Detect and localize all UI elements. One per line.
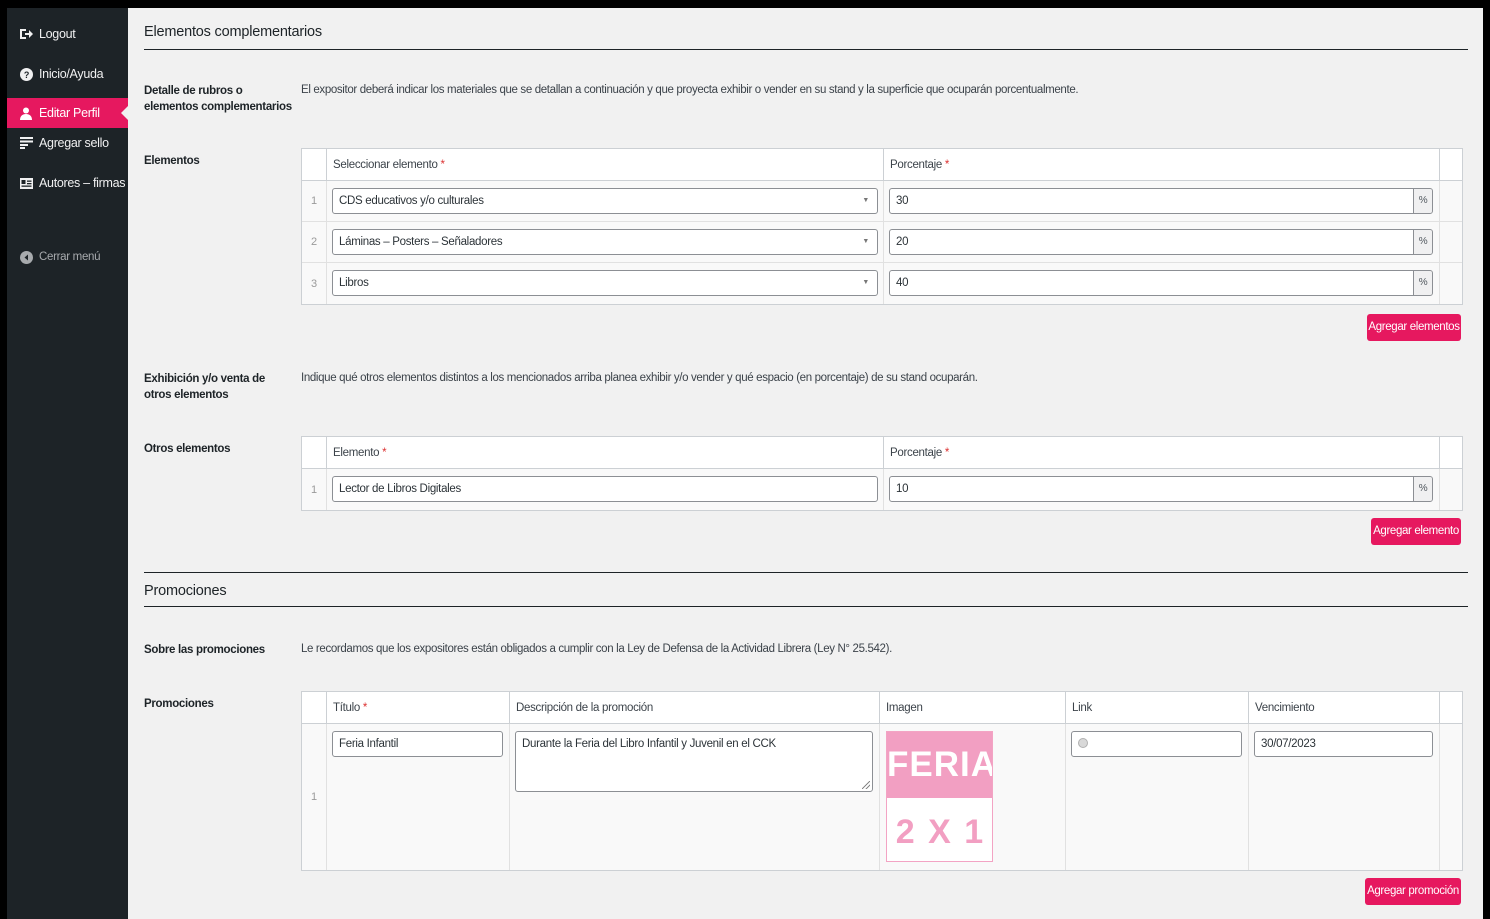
list-icon [19, 136, 33, 150]
column-header-titulo: Título * [326, 692, 509, 724]
percent-suffix: % [1413, 271, 1432, 295]
row-number: 1 [302, 469, 326, 510]
promo-image-text-bottom: 2 X 1 [887, 798, 992, 861]
add-promocion-button[interactable]: Agregar promoción [1365, 878, 1461, 905]
element-input[interactable]: Lector de Libros Digitales [332, 476, 878, 502]
percent-input[interactable]: 20% [889, 229, 1433, 255]
column-header-actions [1439, 437, 1463, 469]
percent-suffix: % [1413, 477, 1432, 501]
user-icon [19, 106, 33, 120]
descripcion-textarea[interactable]: Durante la Feria del Libro Infantil y Ju… [515, 731, 873, 792]
table-header: Título * Descripción de la promoción Ima… [302, 692, 1462, 724]
row-number: 2 [302, 222, 326, 262]
svg-text:?: ? [23, 70, 28, 80]
sidebar-item-label: Logout [39, 27, 76, 41]
element-select[interactable]: Libros ▼ [332, 270, 878, 296]
otros-exhibicion-description: Indique qué otros elementos distintos a … [301, 372, 978, 384]
row-number: 1 [302, 181, 326, 221]
column-header-link: Link [1065, 692, 1248, 724]
column-header-descripcion: Descripción de la promoción [509, 692, 879, 724]
sobre-promociones-label: Sobre las promociones [144, 644, 265, 656]
column-header-porcentaje: Porcentaje * [883, 149, 1439, 181]
column-header-elemento: Seleccionar elemento * [326, 149, 883, 181]
chevron-down-icon: ▼ [862, 279, 869, 286]
percent-suffix: % [1413, 189, 1432, 213]
chevron-down-icon: ▼ [862, 197, 869, 204]
section-divider [144, 606, 1468, 607]
column-header-imagen: Imagen [879, 692, 1065, 724]
element-select[interactable]: CDS educativos y/o culturales ▼ [332, 188, 878, 214]
table-header: Elemento * Porcentaje * [302, 437, 1462, 469]
collapse-arrow-icon [19, 250, 33, 264]
element-select[interactable]: Láminas – Posters – Señaladores ▼ [332, 229, 878, 255]
section-divider [144, 572, 1468, 573]
globe-icon [1078, 738, 1088, 748]
percent-input[interactable]: 30% [889, 188, 1433, 214]
chevron-down-icon: ▼ [862, 238, 869, 245]
percent-input[interactable]: 40% [889, 270, 1433, 296]
help-icon: ? [19, 67, 33, 81]
sidebar-item-label: Autores – firmas [39, 176, 126, 190]
promo-image[interactable]: FERIA 2 X 1 [886, 731, 993, 862]
sidebar-item-inicio[interactable]: ? Inicio/Ayuda [7, 59, 128, 89]
percent-suffix: % [1413, 230, 1432, 254]
main-content: Elementos complementarios Detalle de rub… [128, 8, 1483, 919]
column-header-actions [1439, 692, 1463, 724]
column-header-porcentaje: Porcentaje * [883, 437, 1439, 469]
table-row: 1 Lector de Libros Digitales 10% [302, 469, 1462, 510]
elementos-label: Elementos [144, 155, 200, 167]
percent-input[interactable]: 10% [889, 476, 1433, 502]
collapse-menu-button[interactable]: Cerrar menú [7, 242, 128, 272]
collapse-menu-label: Cerrar menú [39, 251, 101, 263]
sidebar-item-agregar-sello[interactable]: Agregar sello [7, 128, 128, 158]
promociones-table: Título * Descripción de la promoción Ima… [301, 691, 1463, 871]
section-title-promociones: Promociones [144, 583, 227, 599]
sidebar-item-editar-perfil[interactable]: Editar Perfil [7, 98, 128, 128]
sidebar-item-autores[interactable]: Autores – firmas [7, 168, 128, 198]
row-number: 3 [302, 263, 326, 304]
elementos-table: Seleccionar elemento * Porcentaje * 1 CD… [301, 148, 1463, 305]
section-title-elementos: Elementos complementarios [144, 24, 322, 40]
promo-image-text-top: FERIA [887, 732, 992, 798]
sidebar-item-label: Agregar sello [39, 136, 109, 150]
otros-elementos-table: Elemento * Porcentaje * 1 Lector de Libr… [301, 436, 1463, 511]
add-elementos-button[interactable]: Agregar elementos [1367, 314, 1461, 341]
sidebar-item-logout[interactable]: Logout [7, 19, 128, 49]
add-elemento-button[interactable]: Agregar elemento [1371, 518, 1461, 545]
detalle-description: El expositor deberá indicar los material… [301, 84, 1079, 96]
vencimiento-input[interactable]: 30/07/2023 [1254, 731, 1433, 757]
sobre-promociones-description: Le recordamos que los expositores están … [301, 643, 892, 655]
otros-exhibicion-label: Exhibición y/o venta de otros elementos [144, 373, 265, 401]
row-number: 1 [302, 724, 326, 870]
column-header-vencimiento: Vencimiento [1248, 692, 1439, 724]
table-row: 3 Libros ▼ 40% [302, 263, 1462, 304]
promociones-label: Promociones [144, 698, 214, 710]
column-header-elemento: Elemento * [326, 437, 883, 469]
column-header-actions [1439, 149, 1463, 181]
id-card-icon [19, 176, 33, 190]
resize-handle-icon[interactable] [862, 781, 870, 789]
table-row: 2 Láminas – Posters – Señaladores ▼ 20% [302, 222, 1462, 263]
otros-elementos-label: Otros elementos [144, 443, 231, 455]
link-input[interactable] [1071, 731, 1242, 757]
sidebar-item-label: Inicio/Ayuda [39, 67, 104, 81]
table-row: 1 Feria Infantil Durante la Feria del Li… [302, 724, 1462, 870]
logout-icon [19, 27, 33, 41]
section-divider [144, 49, 1468, 50]
table-row: 1 CDS educativos y/o culturales ▼ 30% [302, 181, 1462, 222]
titulo-input[interactable]: Feria Infantil [332, 731, 503, 757]
sidebar-item-label: Editar Perfil [39, 106, 100, 120]
admin-sidebar: Logout ? Inicio/Ayuda Editar Perfil Agre… [7, 8, 128, 919]
table-header: Seleccionar elemento * Porcentaje * [302, 149, 1462, 181]
detalle-label: Detalle de rubros o elementos complement… [144, 85, 292, 113]
